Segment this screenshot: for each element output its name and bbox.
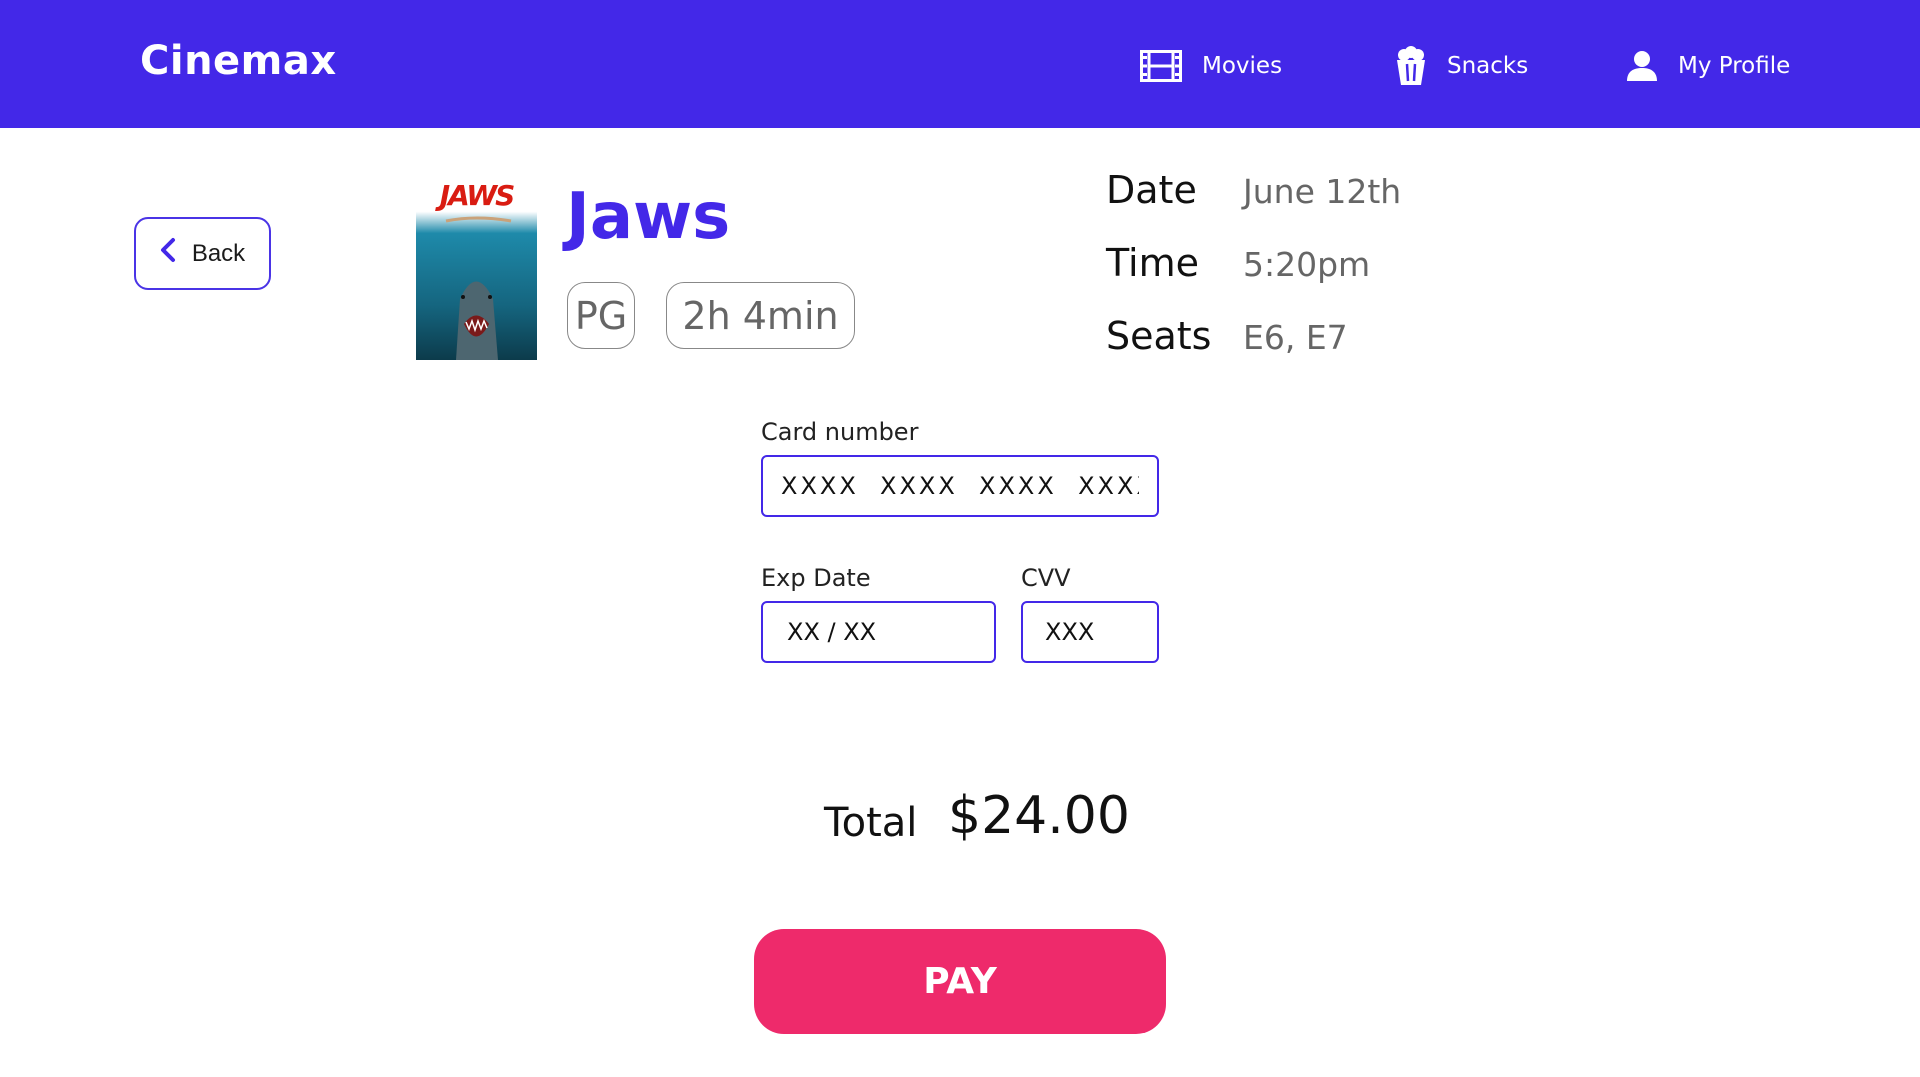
back-button[interactable]: Back	[134, 217, 271, 290]
brand-logo[interactable]: Cinemax	[140, 38, 337, 84]
pay-button[interactable]: PAY	[754, 929, 1166, 1034]
duration-badge: 2h 4min	[666, 282, 855, 349]
rating-badge: PG	[567, 282, 635, 349]
nav-movies-label: Movies	[1202, 53, 1283, 79]
movie-poster: JAWS	[416, 179, 537, 360]
seats-value: E6, E7	[1243, 318, 1348, 357]
date-value: June 12th	[1243, 172, 1402, 211]
film-icon	[1140, 50, 1182, 82]
total-label: Total	[824, 800, 918, 846]
seats-label: Seats	[1106, 314, 1212, 358]
popcorn-icon	[1395, 46, 1427, 86]
chevron-left-icon	[160, 237, 176, 270]
exp-date-input[interactable]	[761, 601, 996, 663]
movie-title: Jaws	[566, 180, 731, 254]
time-label: Time	[1106, 241, 1199, 285]
back-button-label: Back	[191, 239, 246, 267]
nav-snacks-label: Snacks	[1447, 53, 1529, 79]
top-nav-bar: Cinemax Movies Snacks My Profile	[0, 0, 1920, 128]
cvv-input[interactable]	[1021, 601, 1159, 663]
shark-illustration	[445, 216, 512, 360]
nav-movies[interactable]: Movies	[1140, 44, 1282, 88]
cvv-label: CVV	[1021, 564, 1071, 592]
nav-snacks[interactable]: Snacks	[1395, 44, 1528, 88]
card-number-label: Card number	[761, 418, 919, 446]
date-label: Date	[1106, 168, 1197, 212]
card-number-input[interactable]	[761, 455, 1159, 517]
total-amount: $24.00	[948, 786, 1130, 846]
nav-profile-label: My Profile	[1678, 53, 1791, 79]
user-icon	[1626, 50, 1658, 82]
time-value: 5:20pm	[1243, 245, 1371, 284]
exp-date-label: Exp Date	[761, 564, 871, 592]
nav-profile[interactable]: My Profile	[1626, 44, 1790, 88]
